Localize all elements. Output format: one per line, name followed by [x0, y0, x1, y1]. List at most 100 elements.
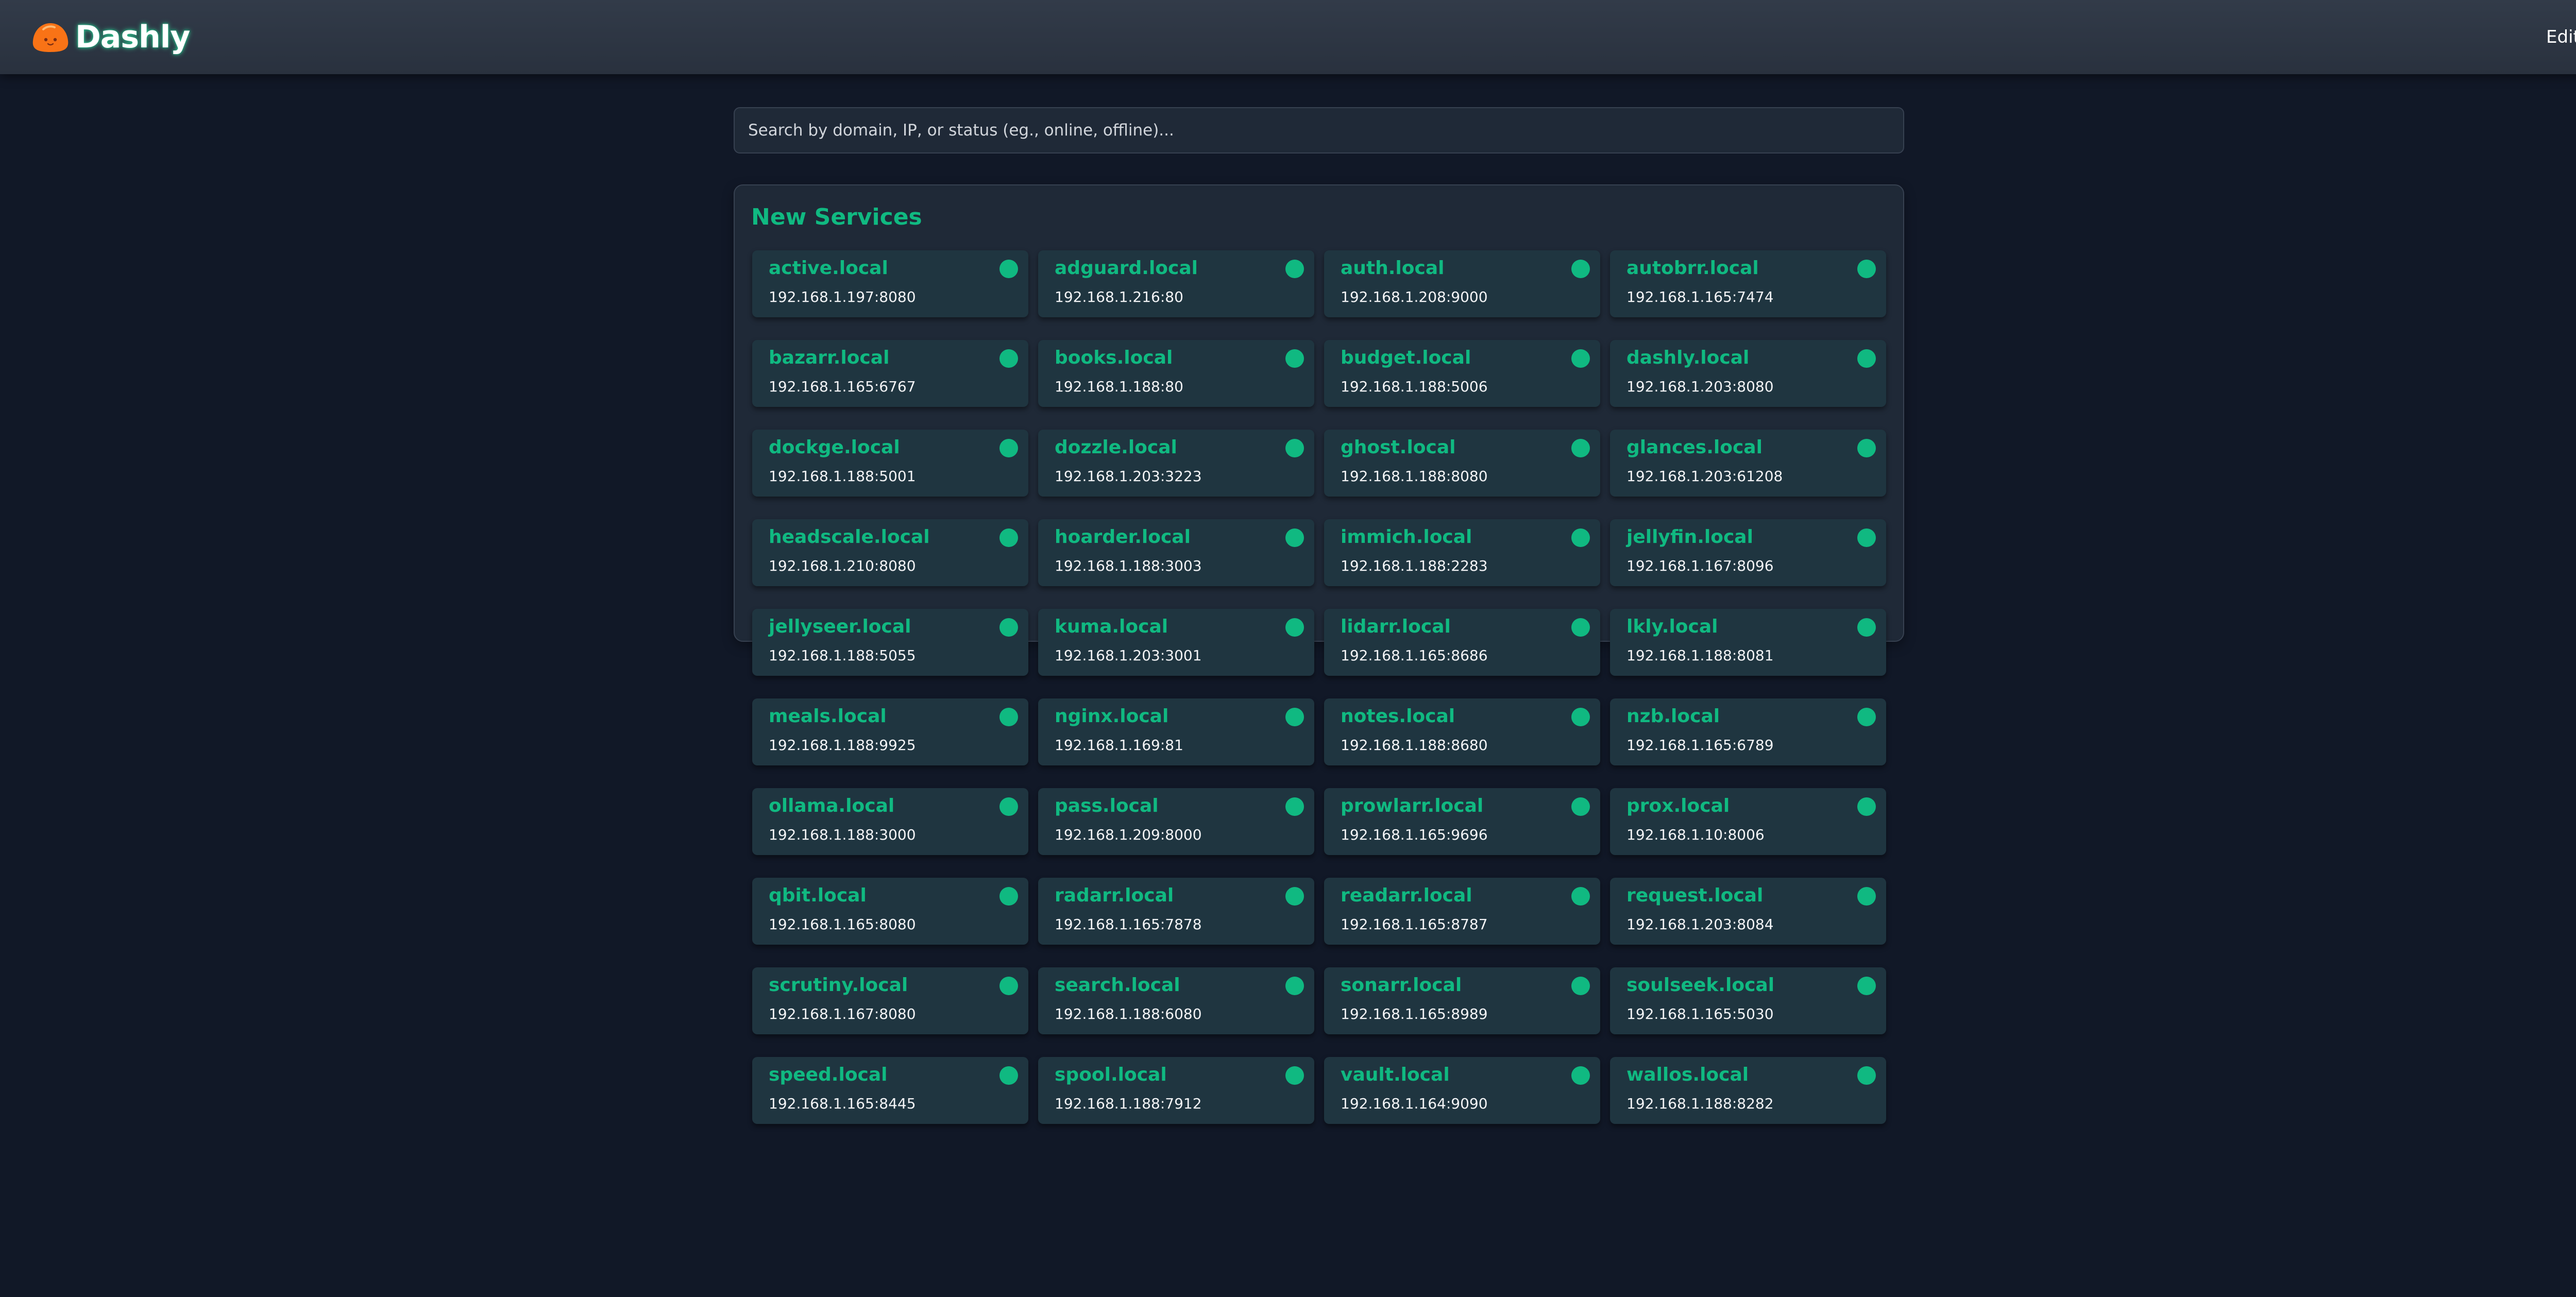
- service-card[interactable]: adguard.local 192.168.1.216:80: [1038, 250, 1314, 317]
- service-address: 192.168.1.203:3223: [1055, 468, 1202, 485]
- service-card[interactable]: immich.local 192.168.1.188:2283: [1324, 519, 1600, 586]
- status-online-indicator: [1285, 618, 1304, 637]
- service-address: 192.168.1.164:9090: [1341, 1095, 1488, 1112]
- service-domain: nzb.local: [1626, 706, 1720, 727]
- service-domain: prox.local: [1626, 795, 1730, 816]
- service-domain: lidarr.local: [1341, 616, 1451, 637]
- service-domain: adguard.local: [1055, 258, 1198, 279]
- service-card[interactable]: spool.local 192.168.1.188:7912: [1038, 1057, 1314, 1124]
- status-online-indicator: [1285, 977, 1304, 995]
- search-input[interactable]: [734, 107, 1904, 153]
- service-domain: budget.local: [1341, 347, 1471, 368]
- service-card[interactable]: active.local 192.168.1.197:8080: [752, 250, 1028, 317]
- service-card[interactable]: search.local 192.168.1.188:6080: [1038, 967, 1314, 1034]
- service-card[interactable]: books.local 192.168.1.188:80: [1038, 340, 1314, 407]
- service-address: 192.168.1.208:9000: [1341, 288, 1488, 305]
- service-domain: pass.local: [1055, 795, 1159, 816]
- brand[interactable]: Dashly: [31, 16, 190, 58]
- service-domain: request.local: [1626, 885, 1764, 906]
- service-card[interactable]: readarr.local 192.168.1.165:8787: [1324, 878, 1600, 945]
- service-card[interactable]: request.local 192.168.1.203:8084: [1610, 878, 1886, 945]
- service-address: 192.168.1.209:8000: [1055, 826, 1202, 843]
- service-card[interactable]: prowlarr.local 192.168.1.165:9696: [1324, 788, 1600, 855]
- service-domain: qbit.local: [769, 885, 867, 906]
- service-card[interactable]: sonarr.local 192.168.1.165:8989: [1324, 967, 1600, 1034]
- service-card[interactable]: meals.local 192.168.1.188:9925: [752, 698, 1028, 765]
- service-card[interactable]: ollama.local 192.168.1.188:3000: [752, 788, 1028, 855]
- service-address: 192.168.1.169:81: [1055, 737, 1183, 754]
- service-card[interactable]: dozzle.local 192.168.1.203:3223: [1038, 430, 1314, 497]
- service-card[interactable]: radarr.local 192.168.1.165:7878: [1038, 878, 1314, 945]
- service-card[interactable]: auth.local 192.168.1.208:9000: [1324, 250, 1600, 317]
- status-online-indicator: [1857, 618, 1876, 637]
- service-address: 192.168.1.210:8080: [769, 557, 916, 574]
- service-domain: sonarr.local: [1341, 975, 1462, 996]
- service-domain: nginx.local: [1055, 706, 1169, 727]
- status-online-indicator: [1571, 439, 1590, 457]
- status-online-indicator: [1285, 797, 1304, 816]
- service-address: 192.168.1.188:8282: [1626, 1095, 1774, 1112]
- service-domain: jellyseer.local: [769, 616, 911, 637]
- service-domain: books.local: [1055, 347, 1173, 368]
- service-card[interactable]: dashly.local 192.168.1.203:8080: [1610, 340, 1886, 407]
- service-card[interactable]: nginx.local 192.168.1.169:81: [1038, 698, 1314, 765]
- service-card[interactable]: pass.local 192.168.1.209:8000: [1038, 788, 1314, 855]
- service-card[interactable]: ghost.local 192.168.1.188:8080: [1324, 430, 1600, 497]
- service-address: 192.168.1.197:8080: [769, 288, 916, 305]
- service-address: 192.168.1.188:2283: [1341, 557, 1488, 574]
- service-domain: hoarder.local: [1055, 526, 1191, 548]
- service-card[interactable]: autobrr.local 192.168.1.165:7474: [1610, 250, 1886, 317]
- service-domain: spool.local: [1055, 1064, 1167, 1085]
- service-address: 192.168.1.188:8081: [1626, 647, 1774, 664]
- service-address: 192.168.1.165:8989: [1341, 1005, 1488, 1022]
- service-address: 192.168.1.165:8686: [1341, 647, 1488, 664]
- service-address: 192.168.1.188:5001: [769, 468, 916, 485]
- status-online-indicator: [1857, 528, 1876, 547]
- service-card[interactable]: soulseek.local 192.168.1.165:5030: [1610, 967, 1886, 1034]
- services-section: New Services active.local 192.168.1.197:8…: [734, 184, 1904, 1124]
- service-domain: auth.local: [1341, 258, 1445, 279]
- service-card[interactable]: budget.local 192.168.1.188:5006: [1324, 340, 1600, 407]
- status-online-indicator: [999, 797, 1018, 816]
- service-address: 192.168.1.188:80: [1055, 378, 1183, 395]
- status-online-indicator: [999, 439, 1018, 457]
- service-card[interactable]: notes.local 192.168.1.188:8680: [1324, 698, 1600, 765]
- service-domain: speed.local: [769, 1064, 888, 1085]
- service-domain: kuma.local: [1055, 616, 1168, 637]
- status-online-indicator: [1857, 260, 1876, 278]
- service-card[interactable]: kuma.local 192.168.1.203:3001: [1038, 609, 1314, 676]
- service-address: 192.168.1.188:5006: [1341, 378, 1488, 395]
- service-card[interactable]: jellyfin.local 192.168.1.167:8096: [1610, 519, 1886, 586]
- status-online-indicator: [1571, 618, 1590, 637]
- edit-button[interactable]: Edit: [2540, 24, 2576, 50]
- service-card[interactable]: hoarder.local 192.168.1.188:3003: [1038, 519, 1314, 586]
- service-card[interactable]: speed.local 192.168.1.165:8445: [752, 1057, 1028, 1124]
- status-online-indicator: [1285, 1066, 1304, 1085]
- service-card[interactable]: dockge.local 192.168.1.188:5001: [752, 430, 1028, 497]
- service-card[interactable]: qbit.local 192.168.1.165:8080: [752, 878, 1028, 945]
- status-online-indicator: [1285, 887, 1304, 906]
- service-card[interactable]: lidarr.local 192.168.1.165:8686: [1324, 609, 1600, 676]
- service-domain: scrutiny.local: [769, 975, 908, 996]
- top-navbar: Dashly Edit: [0, 0, 2576, 74]
- service-card[interactable]: wallos.local 192.168.1.188:8282: [1610, 1057, 1886, 1124]
- service-card[interactable]: glances.local 192.168.1.203:61208: [1610, 430, 1886, 497]
- service-card[interactable]: vault.local 192.168.1.164:9090: [1324, 1057, 1600, 1124]
- status-online-indicator: [1857, 887, 1876, 906]
- service-address: 192.168.1.167:8096: [1626, 557, 1774, 574]
- status-online-indicator: [1857, 1066, 1876, 1085]
- service-card[interactable]: lkly.local 192.168.1.188:8081: [1610, 609, 1886, 676]
- service-address: 192.168.1.188:6080: [1055, 1005, 1202, 1022]
- service-card[interactable]: headscale.local 192.168.1.210:8080: [752, 519, 1028, 586]
- status-online-indicator: [1857, 977, 1876, 995]
- service-card[interactable]: nzb.local 192.168.1.165:6789: [1610, 698, 1886, 765]
- service-card[interactable]: bazarr.local 192.168.1.165:6767: [752, 340, 1028, 407]
- service-card[interactable]: scrutiny.local 192.168.1.167:8080: [752, 967, 1028, 1034]
- service-card[interactable]: prox.local 192.168.1.10:8006: [1610, 788, 1886, 855]
- service-address: 192.168.1.188:7912: [1055, 1095, 1202, 1112]
- service-domain: search.local: [1055, 975, 1180, 996]
- service-address: 192.168.1.188:8680: [1341, 737, 1488, 754]
- service-card[interactable]: jellyseer.local 192.168.1.188:5055: [752, 609, 1028, 676]
- status-online-indicator: [1571, 977, 1590, 995]
- status-online-indicator: [1857, 708, 1876, 726]
